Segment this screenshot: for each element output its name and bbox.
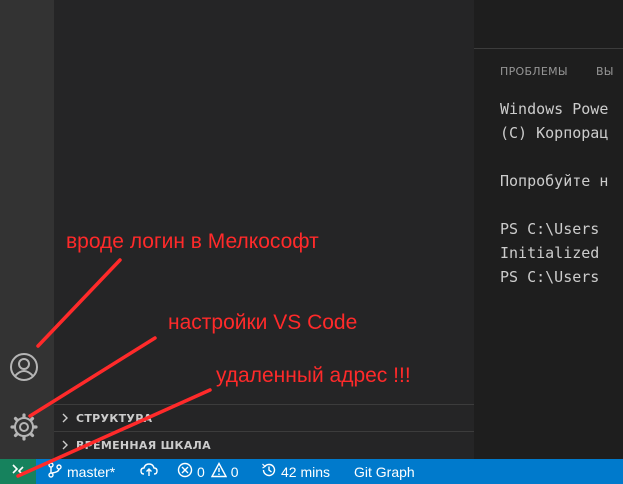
annotation-line-account [36,258,122,348]
annotation-settings: настройки VS Code [168,311,358,334]
annotation-account: вроде логин в Мелкософт [66,230,319,253]
annotation-line-settings [28,336,157,418]
annotation-line-remote [16,388,212,478]
annotation-remote: удаленный адрес !!! [216,364,411,387]
